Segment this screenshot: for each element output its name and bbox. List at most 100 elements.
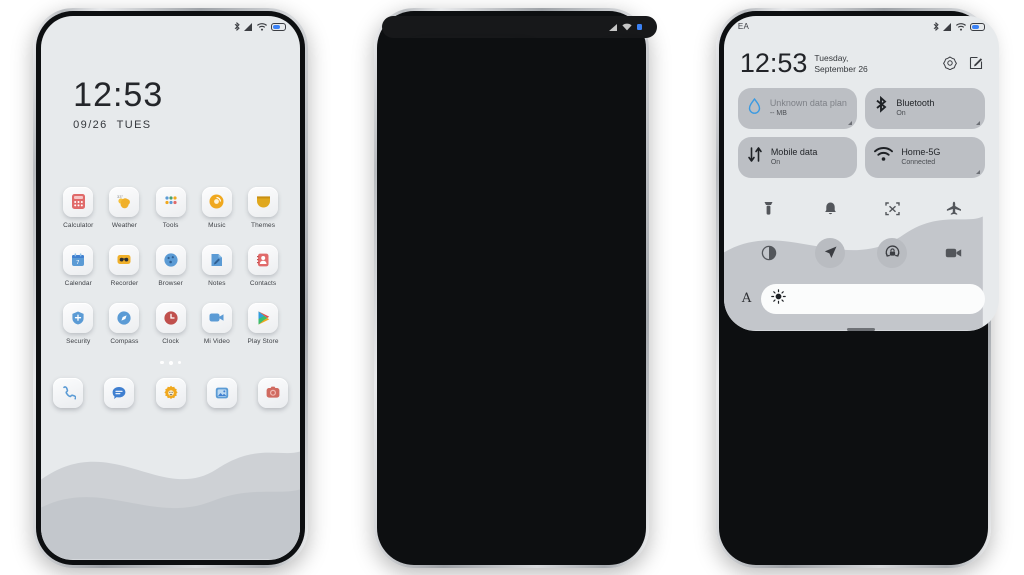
toggle-grid [738,194,985,268]
wifi-icon [257,22,268,31]
tile-mobile-data[interactable]: Mobile data On [737,136,858,178]
security-icon[interactable] [63,302,94,333]
screenshot-toggle[interactable] [877,194,907,224]
tile-title: Bluetooth [896,98,935,108]
play-store-icon[interactable] [248,302,279,333]
contacts-icon[interactable] [248,244,279,275]
phone-bezel [377,10,647,565]
brightness-slider[interactable] [761,283,985,314]
app-security[interactable]: Security [55,302,101,345]
app-label: Clock [162,337,180,345]
tile-sub: -- MB [769,110,787,117]
cc-time: 12:53 [739,47,808,78]
rotation-toggle[interactable] [877,237,908,268]
dock-settings-icon[interactable] [155,377,186,408]
app-clock[interactable]: Clock [148,302,194,345]
app-compass[interactable]: Compass [101,302,147,345]
expand-corner-icon[interactable] [848,120,853,125]
dock-messages-icon[interactable] [104,377,135,408]
clock-icon[interactable] [155,302,186,333]
browser-icon[interactable] [155,244,186,275]
app-label: Browser [158,279,183,287]
app-calendar[interactable]: 7 Calendar [55,244,101,287]
silent-toggle[interactable] [815,194,845,224]
control-center-header: 12:53 Tuesday, September 26 [724,38,999,77]
drag-handle[interactable] [847,327,876,331]
battery-icon [969,22,985,31]
calendar-icon[interactable]: 7 [63,244,94,275]
app-play-store[interactable]: Play Store [240,302,286,345]
screen-record-toggle[interactable] [939,238,969,268]
expand-corner-icon[interactable] [975,120,980,125]
app-label: Calculator [63,221,94,229]
app-themes[interactable]: Themes [240,186,286,229]
tile-text: Mobile data On [771,147,818,167]
calculator-icon[interactable] [63,186,94,217]
tile-text: Home-5G Connected [901,147,940,167]
wifi-icon [622,23,633,31]
page-dot[interactable] [177,360,182,364]
tile-sub: Connected [901,159,936,166]
svg-text:7: 7 [76,260,80,266]
page-indicator[interactable] [41,360,300,365]
flashlight-toggle[interactable] [754,194,784,224]
app-mi-video[interactable]: Mi Video [194,302,240,345]
airplane-toggle[interactable] [939,194,969,224]
dock-camera-icon[interactable] [258,377,289,408]
data-drop-icon [747,97,762,120]
app-recorder[interactable]: Recorder [101,244,147,287]
app-notes[interactable]: Notes [194,244,240,287]
brightness-auto-label[interactable]: A [738,291,751,306]
themes-icon[interactable] [248,186,279,217]
app-music[interactable]: Music [194,186,240,229]
dark-mode-toggle[interactable] [754,238,784,268]
app-label: Contacts [249,279,277,287]
expand-corner-icon[interactable] [975,169,980,174]
dock-gallery-icon[interactable] [206,377,237,408]
wifi-icon [874,147,894,167]
status-icons [933,22,985,31]
battery-icon [271,22,287,31]
location-toggle[interactable] [815,237,846,268]
tools-icon[interactable] [155,186,186,217]
brightness-row: A [738,283,985,314]
phone-home-screen: 12:53 09/26 TUES Calculator 33° Weather [33,7,309,568]
signal-icon [942,22,952,31]
lockscreen-clock: 12:53 09/26 TUES [41,38,300,131]
tile-wifi[interactable]: Home-5G Connected [865,136,985,178]
status-icons [609,23,643,31]
notes-icon[interactable] [201,244,232,275]
airplane-icon [946,201,961,215]
music-icon[interactable] [201,186,232,217]
bluetooth-icon [933,22,939,31]
tile-sub: On [770,159,781,166]
quick-tiles: Unknown data plan -- MB Bluetooth On Mob… [737,87,985,178]
compass-icon[interactable] [109,302,140,333]
recorder-icon[interactable] [109,244,140,275]
dock-phone-icon[interactable] [53,377,84,408]
app-label: Themes [251,221,276,229]
sun-icon [771,288,787,309]
phone2-screen: 12 53 Tuesday09/26 ⚡ ☀️ 33°C ▽ [382,15,658,38]
flashlight-icon [764,202,773,215]
dark-mode-icon [761,245,776,260]
app-browser[interactable]: Browser [148,244,194,287]
app-calculator[interactable]: Calculator [55,186,101,229]
app-weather[interactable]: 33° Weather [101,186,147,229]
app-contacts[interactable]: Contacts [240,244,286,287]
video-icon[interactable] [201,302,232,333]
edit-icon[interactable] [969,56,983,75]
tile-data-plan[interactable]: Unknown data plan -- MB [737,87,858,129]
gear-icon[interactable] [942,55,957,75]
status-carrier: EA [737,22,750,31]
bluetooth-icon [234,22,240,31]
tile-bluetooth[interactable]: Bluetooth On [865,87,985,129]
weather-icon[interactable]: 33° [109,186,140,217]
app-tools[interactable]: Tools [148,186,194,229]
app-grid: Calculator 33° Weather Tools Music Theme… [41,186,300,345]
bluetooth-icon [874,95,888,120]
page-dot[interactable] [160,360,164,364]
dock [41,377,300,408]
page-dot-active[interactable] [168,360,173,365]
app-label: Play Store [247,337,279,345]
